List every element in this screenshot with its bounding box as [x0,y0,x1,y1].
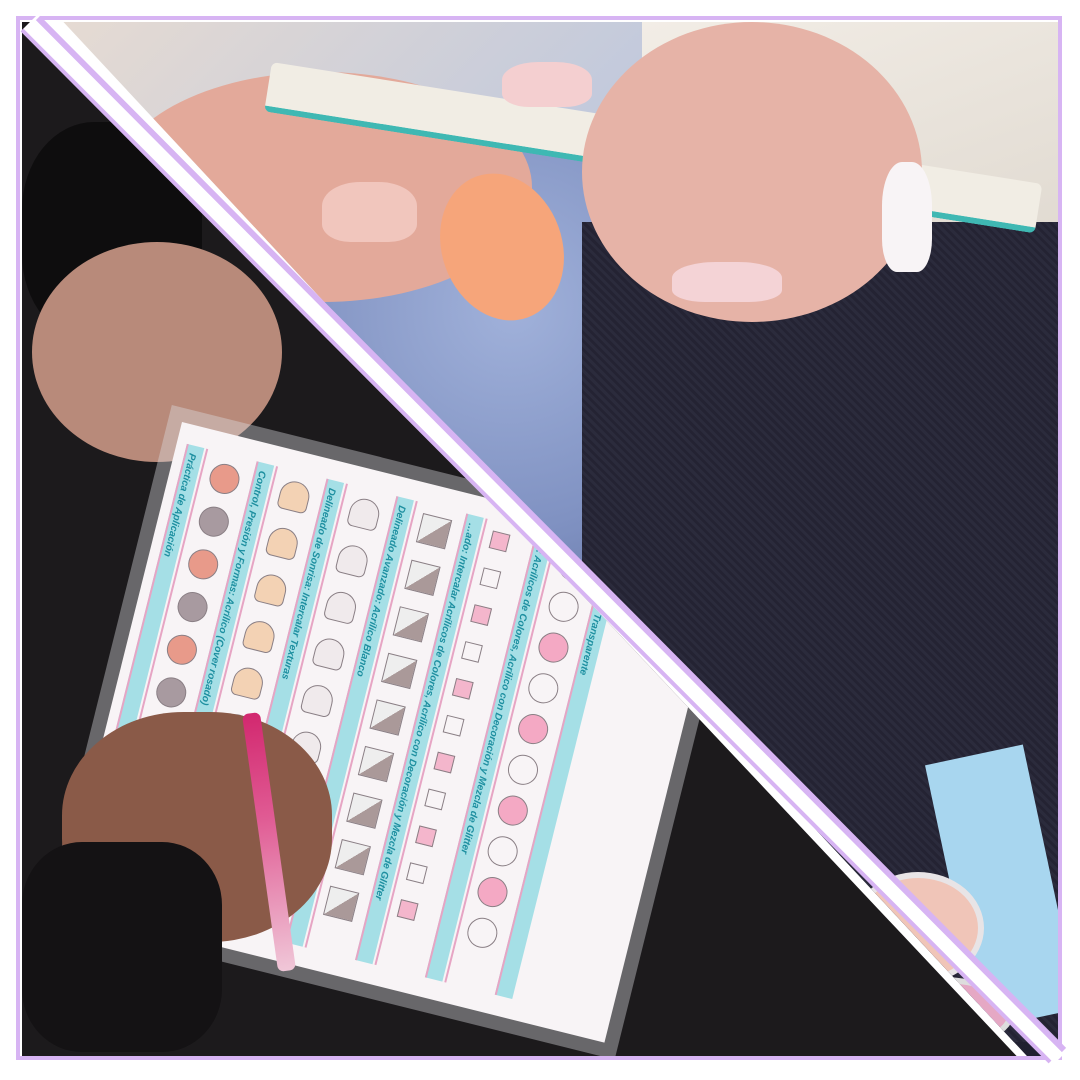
sleeve [22,842,222,1052]
nail [672,262,782,302]
nail [322,182,417,242]
nail [502,62,592,107]
nail [882,162,932,272]
hand [32,242,282,462]
